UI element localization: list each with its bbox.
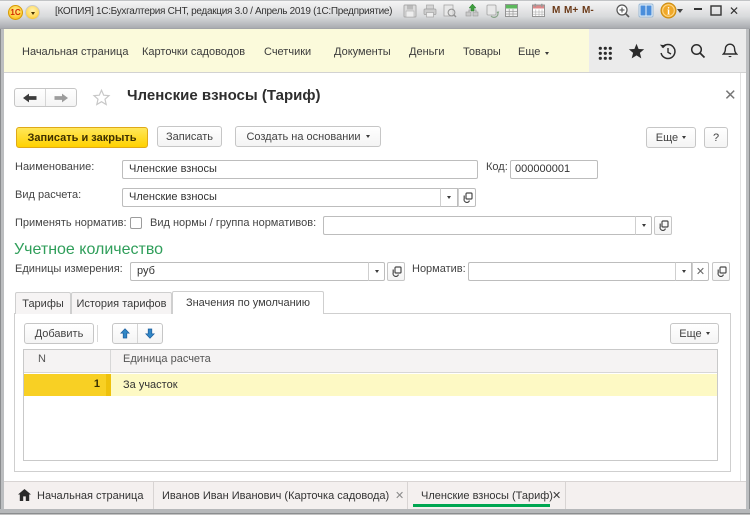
- svg-text:i: i: [667, 6, 670, 17]
